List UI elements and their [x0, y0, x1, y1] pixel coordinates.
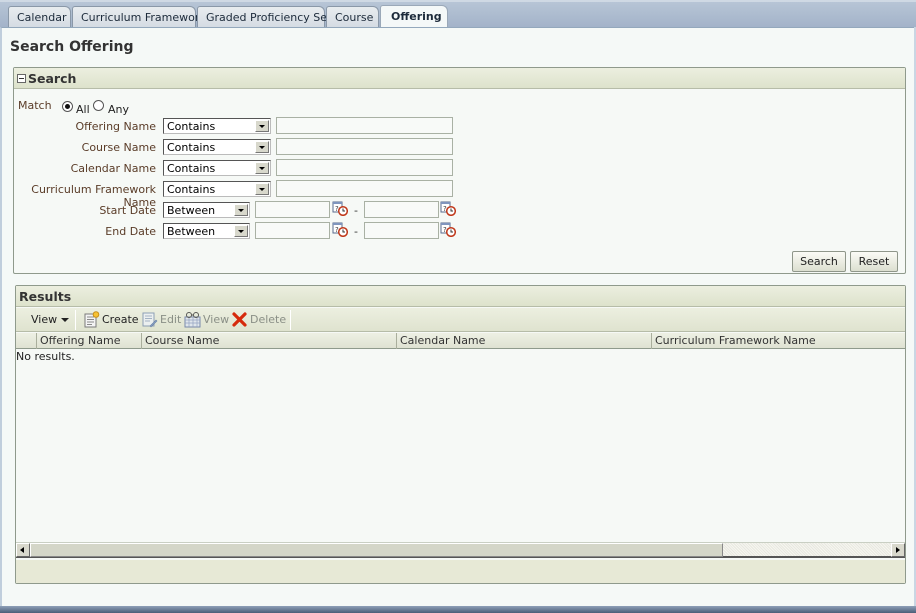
- search-panel: Search Match All Any Offering Name Conta…: [13, 67, 906, 274]
- calendar-icon[interactable]: ?: [440, 221, 456, 237]
- horizontal-scrollbar[interactable]: [16, 542, 905, 558]
- column-header-course-name[interactable]: Course Name: [141, 333, 396, 349]
- match-all-radio[interactable]: [62, 101, 73, 112]
- arrow-left-icon: [20, 547, 24, 553]
- course-name-label: Course Name: [81, 141, 156, 154]
- content-area: Search Offering Search Match All Any Off…: [0, 27, 914, 606]
- column-header-curriculum-framework-name[interactable]: Curriculum Framework Name: [651, 333, 905, 349]
- match-any-radio[interactable]: [93, 100, 104, 111]
- chevron-down-icon: [234, 225, 248, 237]
- calendar-name-operator-select[interactable]: Contains: [163, 160, 271, 176]
- search-panel-header[interactable]: Search: [14, 68, 905, 89]
- chevron-down-icon: [255, 120, 269, 132]
- start-date-from-input[interactable]: [255, 201, 330, 218]
- match-any-label: Any: [108, 103, 130, 116]
- reset-button[interactable]: Reset: [850, 251, 898, 272]
- start-date-to-input[interactable]: [364, 201, 439, 218]
- course-name-input[interactable]: [276, 138, 453, 155]
- curriculum-framework-name-input[interactable]: [276, 180, 453, 197]
- results-panel-header: Results: [16, 286, 905, 307]
- select-value: Contains: [167, 183, 216, 196]
- collapse-icon[interactable]: [17, 74, 26, 83]
- chevron-down-icon: [255, 141, 269, 153]
- view-menu-button[interactable]: View: [31, 313, 69, 326]
- start-date-operator-select[interactable]: Between: [163, 202, 250, 218]
- select-value: Contains: [167, 141, 216, 154]
- search-button[interactable]: Search: [792, 251, 846, 272]
- offering-name-input[interactable]: [276, 117, 453, 134]
- edit-icon[interactable]: [141, 311, 158, 328]
- select-value: Contains: [167, 162, 216, 175]
- chevron-down-icon: [255, 162, 269, 174]
- tab-label: Course: [335, 11, 374, 24]
- offering-name-label: Offering Name: [75, 120, 157, 133]
- arrow-right-icon: [896, 547, 900, 553]
- tab-label: Graded Proficiency Set: [206, 11, 332, 24]
- scroll-right-button[interactable]: [891, 543, 905, 557]
- calendar-name-label: Calendar Name: [70, 162, 156, 175]
- tab-label: Offering: [391, 10, 442, 23]
- toolbar-separator: [75, 310, 76, 330]
- no-results-message: No results.: [16, 350, 75, 363]
- offering-name-operator-select[interactable]: Contains: [163, 118, 271, 134]
- start-date-label: Start Date: [99, 204, 156, 217]
- caret-down-icon: [60, 318, 69, 322]
- calendar-icon[interactable]: ?: [332, 221, 348, 237]
- tab-bar: Calendar Curriculum Framework Graded Pro…: [0, 0, 916, 30]
- delete-icon[interactable]: [231, 311, 248, 328]
- calendar-name-input[interactable]: [276, 159, 453, 176]
- scroll-left-button[interactable]: [16, 543, 30, 557]
- search-panel-title: Search: [28, 71, 77, 86]
- chevron-down-icon: [234, 204, 248, 216]
- match-label: Match: [18, 99, 52, 112]
- view-menu-label: View: [31, 313, 58, 326]
- course-name-operator-select[interactable]: Contains: [163, 139, 271, 155]
- select-value: Contains: [167, 120, 216, 133]
- tab-graded-proficiency-set[interactable]: Graded Proficiency Set: [197, 6, 331, 29]
- tab-label: Curriculum Framework: [81, 11, 206, 24]
- tab-curriculum-framework[interactable]: Curriculum Framework: [72, 6, 206, 29]
- create-button[interactable]: Create: [102, 313, 139, 326]
- select-value: Between: [167, 204, 216, 217]
- chevron-down-icon: [255, 183, 269, 195]
- toolbar-separator: [290, 310, 291, 330]
- date-range-separator: -: [354, 225, 358, 238]
- end-date-from-input[interactable]: [255, 222, 330, 239]
- column-header-calendar-name[interactable]: Calendar Name: [396, 333, 651, 349]
- end-date-operator-select[interactable]: Between: [163, 223, 250, 239]
- create-icon[interactable]: [83, 311, 100, 328]
- curriculum-framework-name-operator-select[interactable]: Contains: [163, 181, 271, 197]
- calendar-icon[interactable]: ?: [332, 200, 348, 216]
- select-value: Between: [167, 225, 216, 238]
- scroll-thumb[interactable]: [30, 543, 723, 557]
- end-date-label: End Date: [105, 225, 156, 238]
- results-footer: [16, 560, 905, 583]
- results-toolbar: View Create Edit View Delete: [16, 308, 905, 332]
- calendar-icon[interactable]: ?: [440, 200, 456, 216]
- results-table-header: Offering Name Course Name Calendar Name …: [16, 333, 905, 349]
- results-panel: Results View Create Edit View Delete Off…: [15, 285, 906, 584]
- page-title: Search Offering: [10, 39, 134, 55]
- tab-course[interactable]: Course: [326, 6, 379, 29]
- results-panel-title: Results: [19, 289, 72, 304]
- column-header-offering-name[interactable]: Offering Name: [36, 333, 141, 349]
- window-bottom-border: [0, 606, 916, 613]
- end-date-to-input[interactable]: [364, 222, 439, 239]
- delete-button[interactable]: Delete: [250, 313, 286, 326]
- tab-calendar[interactable]: Calendar: [8, 6, 71, 29]
- date-range-separator: -: [354, 204, 358, 217]
- edit-button[interactable]: Edit: [160, 313, 181, 326]
- view-button[interactable]: View: [203, 313, 229, 326]
- match-all-label: All: [76, 103, 90, 116]
- tab-label: Calendar: [17, 11, 67, 24]
- view-icon[interactable]: [184, 311, 201, 328]
